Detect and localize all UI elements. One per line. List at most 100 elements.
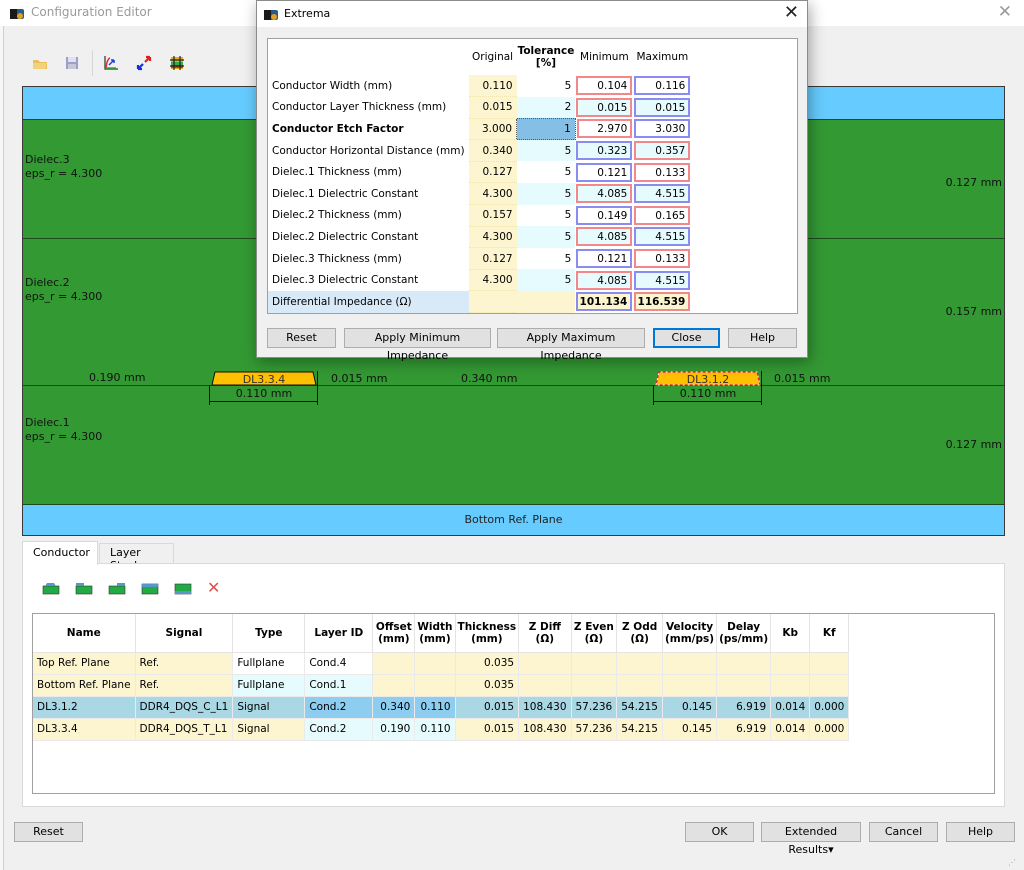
cell[interactable]: Cond.4 xyxy=(304,652,374,675)
table-row[interactable]: Bottom Ref. Plane Ref. Fullplane Cond.1 … xyxy=(33,674,850,697)
cell[interactable] xyxy=(372,652,416,675)
ok-button[interactable]: OK xyxy=(685,822,754,842)
cell[interactable]: Fullplane xyxy=(232,674,306,697)
cell[interactable]: 57.236 xyxy=(571,718,618,741)
tolerance-input[interactable]: 5 xyxy=(516,75,576,97)
cell[interactable]: 0.000 xyxy=(809,718,850,741)
col-header[interactable]: Delay (ps/mm) xyxy=(716,614,772,653)
close-icon[interactable]: ✕ xyxy=(998,2,1012,22)
cell[interactable]: 0.145 xyxy=(662,696,718,719)
table-row-selected[interactable]: DL3.1.2 DDR4_DQS_C_L1 Signal Cond.2 0.34… xyxy=(33,696,850,719)
cell[interactable]: Cond.1 xyxy=(304,674,374,697)
cell[interactable] xyxy=(616,674,663,697)
cell[interactable]: 0.000 xyxy=(809,696,850,719)
apply-maximum-impedance-button[interactable]: Apply Maximum Impedance xyxy=(497,328,645,362)
cell[interactable]: 0.110 xyxy=(414,696,456,719)
extrema-table[interactable]: Original Tolerance [%] Minimum Maximum C… xyxy=(267,38,798,314)
cell[interactable]: 108.430 xyxy=(518,696,572,719)
add-top-plane-icon[interactable] xyxy=(141,583,159,595)
delete-icon[interactable]: ✕ xyxy=(207,578,220,597)
cell[interactable] xyxy=(372,674,416,697)
tolerance-input[interactable]: 5 xyxy=(516,269,576,291)
cell[interactable]: 0.145 xyxy=(662,718,718,741)
cell[interactable]: Ref. xyxy=(135,674,234,697)
cell[interactable]: Ref. xyxy=(135,652,234,675)
tolerance-input[interactable]: 5 xyxy=(516,161,576,183)
cell[interactable]: Cond.2 xyxy=(304,718,374,741)
tab-layer-stack[interactable]: Layer Stack xyxy=(99,543,174,572)
dialog-help-button[interactable]: Help xyxy=(728,328,797,348)
tolerance-input[interactable]: 1 xyxy=(516,117,576,141)
extrema-row[interactable]: Dielec.1 Dielectric Constant 4.300 5 4.085 4… xyxy=(268,182,691,206)
cell[interactable]: 0.015 xyxy=(455,696,520,719)
table-row[interactable]: Top Ref. Plane Ref. Fullplane Cond.4 0.0… xyxy=(33,652,850,675)
tab-conductor[interactable]: Conductor xyxy=(22,541,98,565)
cell[interactable] xyxy=(616,652,663,675)
cell[interactable] xyxy=(716,652,772,675)
cell[interactable] xyxy=(770,674,811,697)
cell[interactable]: 0.035 xyxy=(455,674,520,697)
reset-button[interactable]: Reset xyxy=(14,822,83,842)
cell[interactable] xyxy=(414,674,456,697)
cell[interactable]: Cond.2 xyxy=(304,696,374,719)
col-header[interactable]: Velocity (mm/ps) xyxy=(662,614,718,653)
cell[interactable] xyxy=(662,652,718,675)
extrema-row[interactable]: Dielec.2 Thickness (mm) 0.157 5 0.149 0.165 xyxy=(268,204,691,227)
extended-results-button[interactable]: Extended Results▾ xyxy=(761,822,861,856)
cell[interactable]: Bottom Ref. Plane xyxy=(33,674,136,697)
cell[interactable]: 0.110 xyxy=(414,718,456,741)
bottom-ref-plane[interactable]: Bottom Ref. Plane xyxy=(23,504,1004,535)
cell[interactable]: Signal xyxy=(232,696,306,719)
dialog-reset-button[interactable]: Reset xyxy=(267,328,336,348)
cell[interactable]: DDR4_DQS_T_L1 xyxy=(135,718,234,741)
dielectric-layer-1[interactable]: Dielec.1 eps_r = 4.300 0.127 mm xyxy=(23,385,1004,504)
cell[interactable] xyxy=(770,652,811,675)
cell[interactable]: 0.014 xyxy=(770,718,811,741)
cell[interactable] xyxy=(809,674,850,697)
extrema-row[interactable]: Dielec.1 Thickness (mm) 0.127 5 0.121 0.133 xyxy=(268,161,691,184)
col-header[interactable]: Z Diff (Ω) xyxy=(518,614,572,653)
dialog-close-button[interactable]: Close xyxy=(653,328,720,348)
cell[interactable] xyxy=(571,674,618,697)
cell[interactable]: 54.215 xyxy=(616,696,663,719)
apply-minimum-impedance-button[interactable]: Apply Minimum Impedance xyxy=(344,328,491,362)
cell[interactable]: Top Ref. Plane xyxy=(33,652,136,675)
extrema-row[interactable]: Dielec.3 Dielectric Constant 4.300 5 4.085 4… xyxy=(268,269,691,292)
grid-icon[interactable] xyxy=(168,54,186,72)
cell[interactable]: 6.919 xyxy=(716,696,772,719)
open-folder-icon[interactable] xyxy=(31,54,49,72)
extrema-row[interactable]: Dielec.3 Thickness (mm) 0.127 5 0.121 0.133 xyxy=(268,247,691,270)
help-button[interactable]: Help xyxy=(946,822,1015,842)
cell[interactable]: DDR4_DQS_C_L1 xyxy=(135,696,234,719)
cell[interactable]: 0.190 xyxy=(372,718,416,741)
resize-grip-icon[interactable]: ⋰ xyxy=(1008,858,1016,867)
cell[interactable] xyxy=(414,652,456,675)
add-right-conductor-icon[interactable] xyxy=(108,583,126,595)
col-header[interactable]: Width (mm) xyxy=(414,614,456,653)
cell[interactable]: 0.340 xyxy=(372,696,416,719)
add-trapezoid-conductor-icon[interactable] xyxy=(42,583,60,595)
col-header[interactable]: Signal xyxy=(135,614,234,653)
extrema-row[interactable]: Conductor Width (mm) 0.110 5 0.104 0.116 xyxy=(268,75,691,98)
cell[interactable] xyxy=(518,674,572,697)
extrema-row[interactable]: Conductor Horizontal Distance (mm) 0.340 5… xyxy=(268,139,691,162)
extrema-row[interactable]: Dielec.2 Dielectric Constant 4.300 5 4.085 4… xyxy=(268,226,691,249)
cell[interactable] xyxy=(662,674,718,697)
save-icon[interactable] xyxy=(63,54,81,72)
cell[interactable]: DL3.3.4 xyxy=(33,718,136,741)
col-header[interactable]: Name xyxy=(33,614,136,653)
col-header[interactable]: Thickness (mm) xyxy=(455,614,520,653)
col-header[interactable]: Z Even (Ω) xyxy=(571,614,618,653)
cell[interactable]: 6.919 xyxy=(716,718,772,741)
tolerance-input[interactable]: 2 xyxy=(516,96,576,119)
col-header[interactable]: Type xyxy=(232,614,306,653)
cell[interactable]: 108.430 xyxy=(518,718,572,741)
cell[interactable]: 0.035 xyxy=(455,652,520,675)
tolerance-input[interactable]: 5 xyxy=(516,247,576,270)
col-header[interactable]: Layer ID xyxy=(304,614,374,653)
cell[interactable]: Fullplane xyxy=(232,652,306,675)
col-header[interactable]: Z Odd (Ω) xyxy=(616,614,663,653)
cell[interactable]: 57.236 xyxy=(571,696,618,719)
cell[interactable] xyxy=(571,652,618,675)
cell[interactable] xyxy=(716,674,772,697)
